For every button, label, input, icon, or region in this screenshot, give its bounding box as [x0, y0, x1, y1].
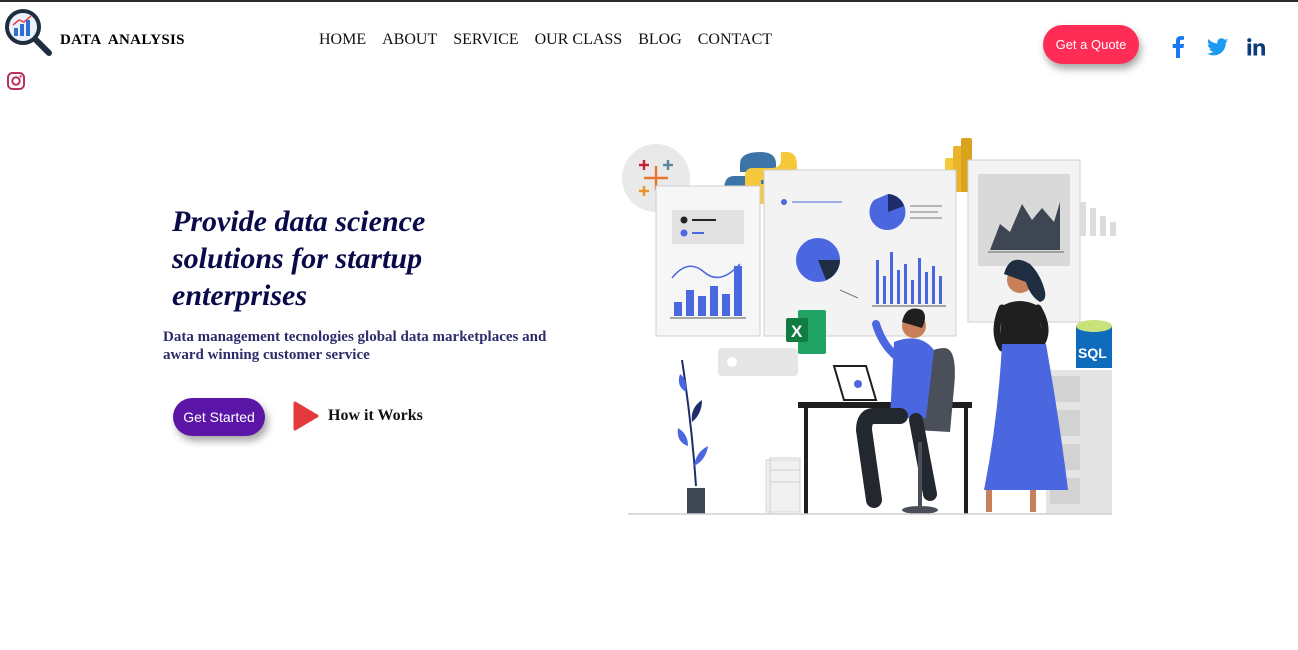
linkedin-icon[interactable]	[1245, 36, 1267, 58]
nav-blog[interactable]: BLOG	[638, 31, 682, 49]
nav-contact[interactable]: CONTACT	[698, 31, 772, 49]
logo-text[interactable]: DATA ANALYSIS	[60, 32, 185, 49]
plant-illustration	[677, 359, 708, 514]
main-nav: HOME ABOUT SERVICE OUR CLASS BLOG CONTAC…	[319, 31, 772, 49]
twitter-icon[interactable]	[1206, 36, 1228, 58]
magnifier-chart-logo-icon	[5, 9, 52, 56]
how-it-works-link[interactable]: How it Works	[293, 401, 423, 431]
left-dashboard-panel	[655, 185, 761, 337]
sql-database-icon: SQL	[1076, 320, 1112, 368]
data-analysis-illustration: X SQL	[622, 138, 1116, 515]
get-quote-button[interactable]: Get a Quote	[1043, 25, 1139, 64]
nav-home[interactable]: HOME	[319, 31, 366, 49]
hero-subtitle: Data management tecnologies global data …	[163, 329, 547, 363]
nav-service[interactable]: SERVICE	[453, 31, 518, 49]
sql-label: SQL	[1078, 345, 1107, 361]
how-it-works-label: How it Works	[328, 407, 423, 424]
logo[interactable]	[2, 6, 54, 58]
nav-our-class[interactable]: OUR CLASS	[535, 31, 623, 49]
facebook-icon[interactable]	[1167, 36, 1189, 58]
top-border	[0, 0, 1298, 2]
get-started-button[interactable]: Get Started	[173, 398, 265, 436]
hero-title: Provide data science solutions for start…	[172, 205, 426, 312]
center-dashboard-panel	[763, 169, 957, 337]
excel-label: X	[791, 322, 803, 341]
play-icon	[293, 401, 319, 431]
nav-about[interactable]: ABOUT	[382, 31, 437, 49]
instagram-icon[interactable]	[6, 71, 26, 91]
